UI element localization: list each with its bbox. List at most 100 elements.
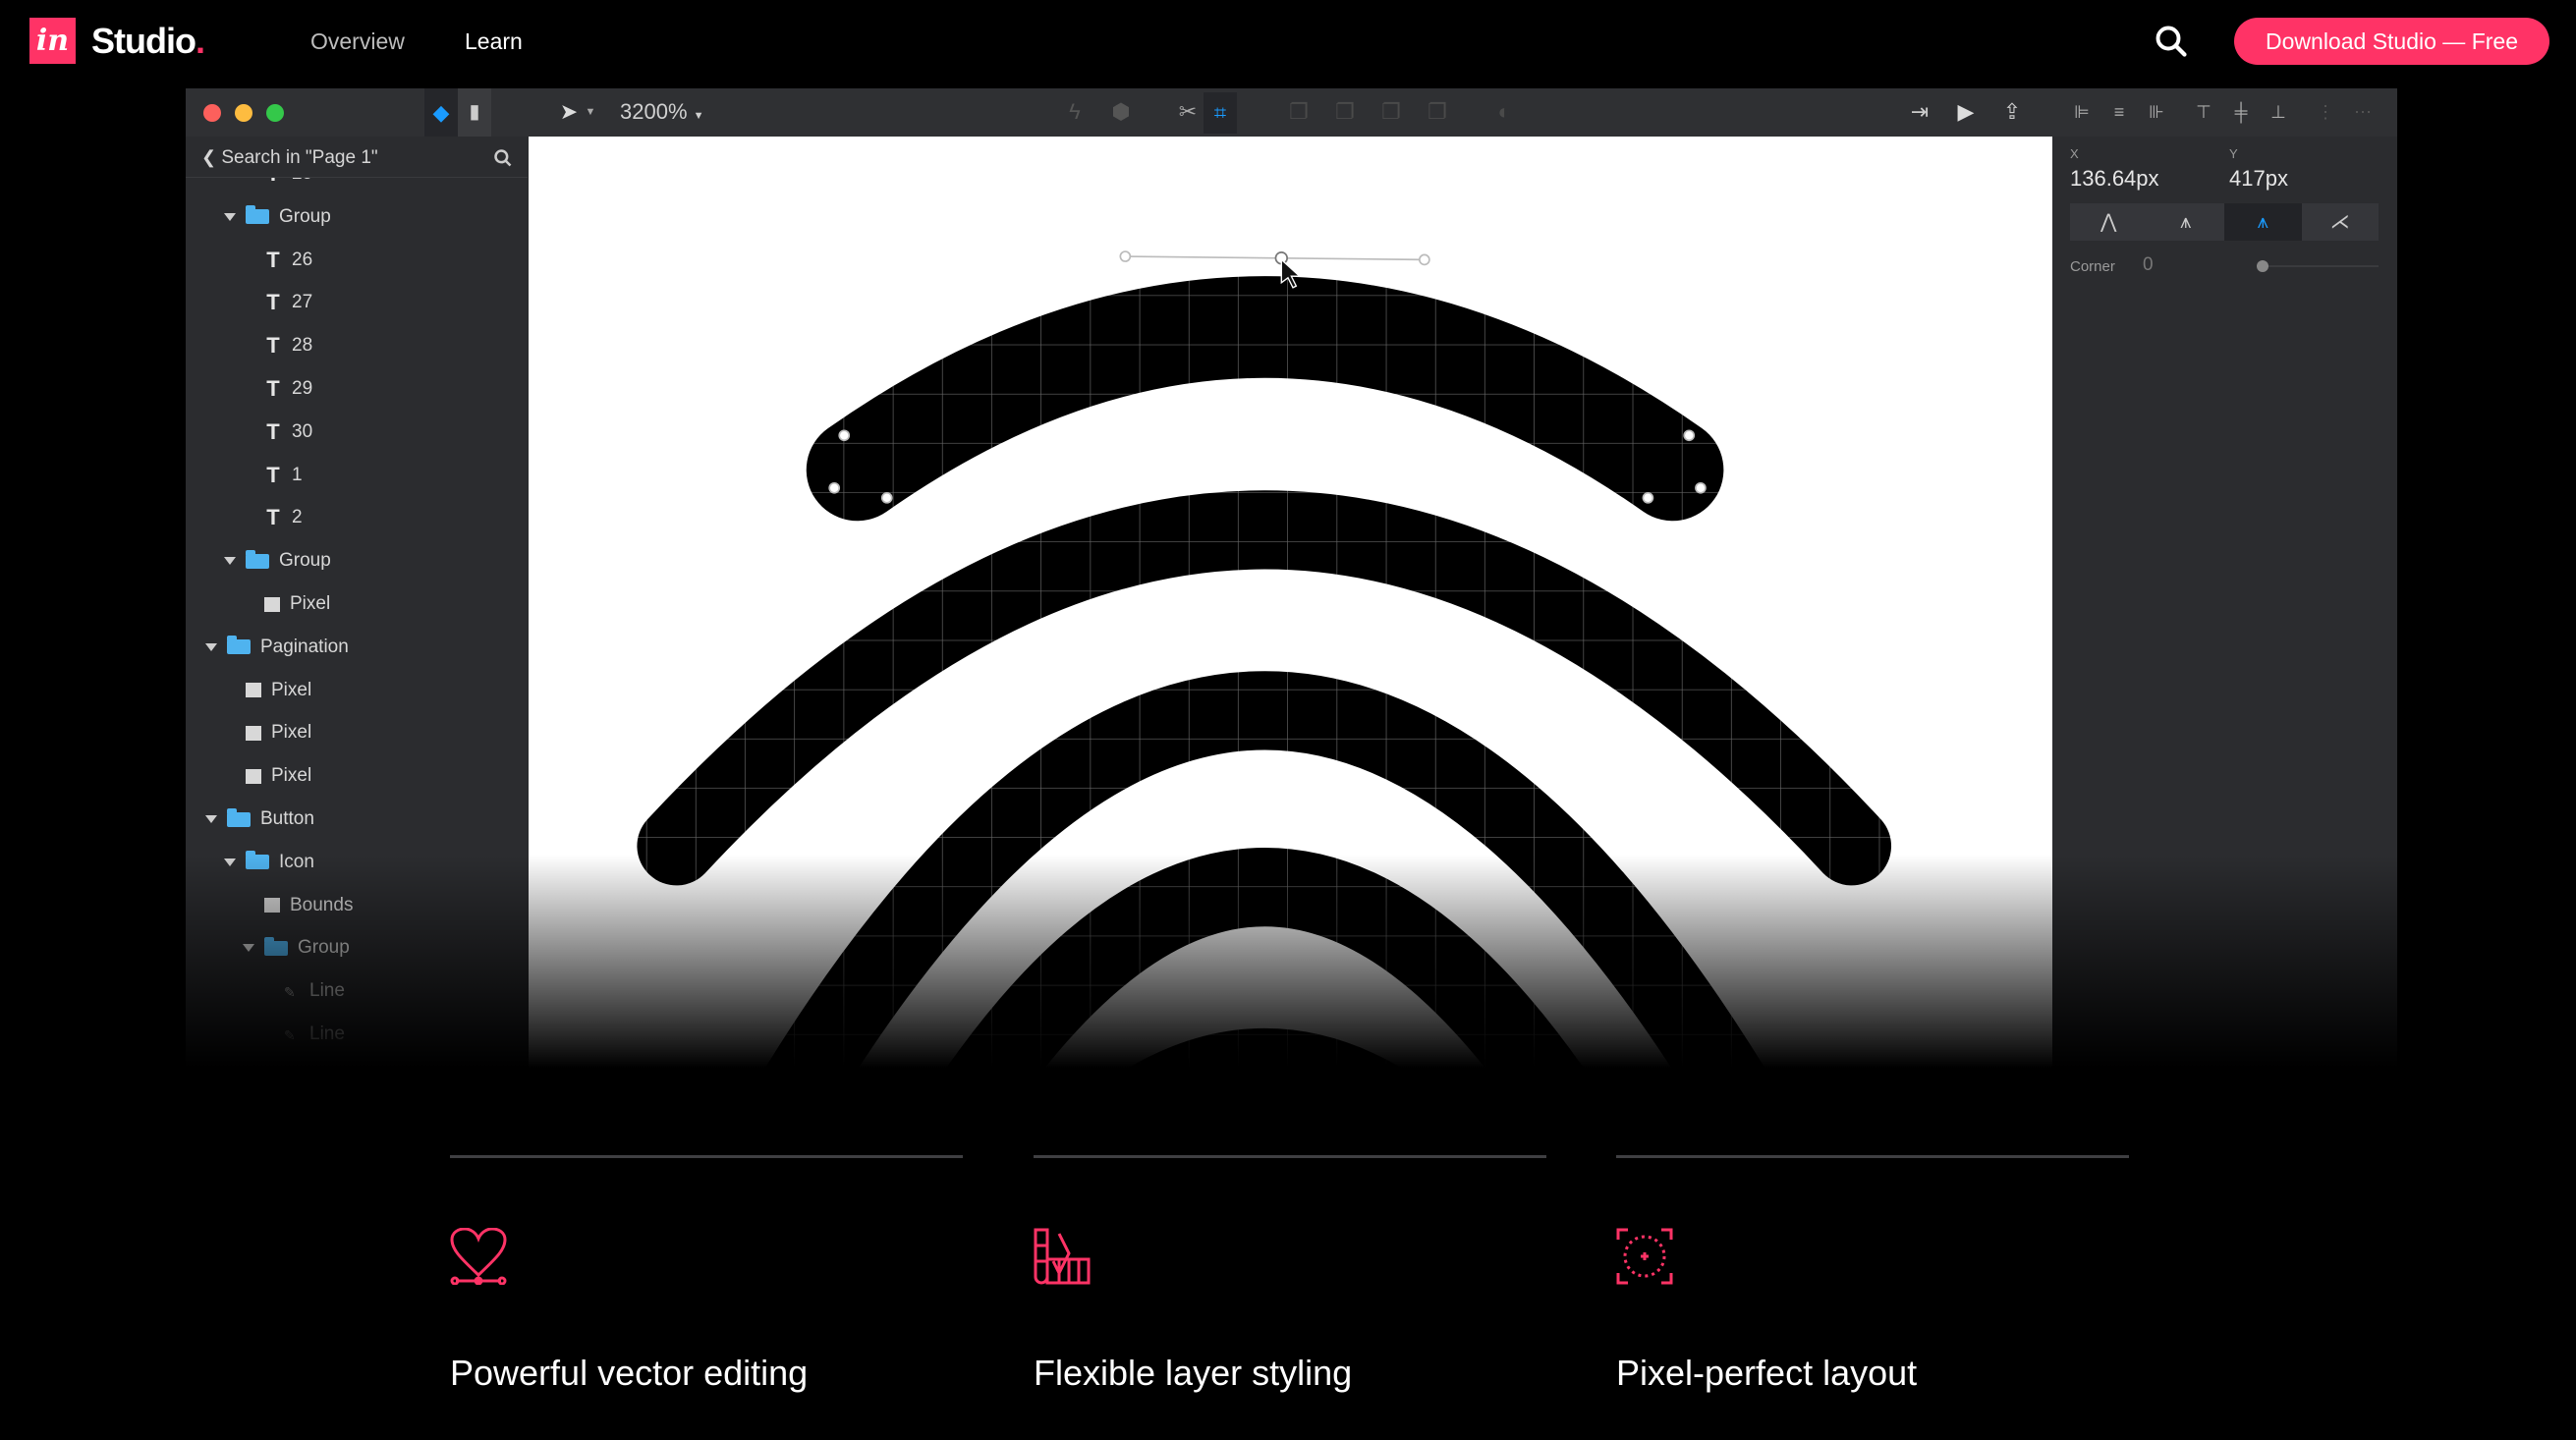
folder-icon [246, 205, 269, 225]
expand-arrow-icon[interactable] [224, 557, 236, 566]
y-value-field[interactable]: 417px [2229, 166, 2288, 192]
intersect-icon[interactable]: ❐ [1379, 100, 1403, 124]
layer-row[interactable]: T 26 [264, 241, 312, 280]
chevron-down-icon[interactable]: ▼ [579, 100, 602, 124]
disconnected-point-icon[interactable]: ⩚ [2224, 203, 2302, 241]
text-layer-icon: T [266, 290, 280, 315]
x-value-field[interactable]: 136.64px [2070, 166, 2159, 192]
layer-row[interactable]: T1 [264, 456, 303, 495]
layer-row[interactable]: Group [224, 541, 331, 581]
feature-title: Powerful vector editing [450, 1353, 809, 1393]
rectangle-layer-icon [264, 596, 280, 612]
layer-label: Pixel [290, 593, 331, 614]
layer-row[interactable]: Pixel [264, 584, 330, 624]
difference-icon[interactable]: ❐ [1426, 100, 1449, 124]
layer-label: Button [260, 808, 314, 829]
layer-label: 28 [292, 335, 313, 357]
union-icon[interactable]: ❐ [1287, 100, 1311, 124]
text-layer-icon: T [266, 505, 280, 530]
align-left-icon[interactable]: ⊫ [2070, 100, 2094, 124]
straight-point-icon[interactable]: ⋀ [2070, 203, 2148, 241]
scissors-icon[interactable]: ✂ [1176, 100, 1200, 124]
layer-row[interactable]: Pixel [246, 713, 311, 752]
select-tool-icon[interactable]: ➤ [557, 100, 581, 124]
folder-icon [246, 549, 269, 569]
text-layer-icon: T [266, 462, 280, 487]
align-top-icon[interactable]: ⊤ [2192, 100, 2215, 124]
layer-row[interactable]: Button [205, 800, 314, 839]
layer-row[interactable]: T 28 [264, 326, 312, 365]
layer-row[interactable]: T 30 [264, 413, 312, 452]
preview-play-icon[interactable]: ▶ [1954, 100, 1978, 124]
pages-tab-icon[interactable]: ▮ [458, 88, 491, 137]
edit-points-icon[interactable]: ⌗ [1204, 92, 1237, 134]
layer-label: Group [279, 550, 331, 572]
text-layer-icon: T [266, 333, 280, 359]
export-icon[interactable]: ⇪ [2000, 100, 2024, 124]
layer-row[interactable]: T 27 [264, 283, 312, 322]
nav-link-learn[interactable]: Learn [465, 27, 523, 56]
feature-title: Pixel-perfect layout [1616, 1353, 1918, 1393]
text-layer-icon: T [266, 418, 280, 444]
layer-row[interactable]: Pixel [246, 671, 311, 710]
rectangle-layer-icon [246, 725, 261, 741]
maximize-window-button[interactable] [266, 104, 284, 122]
subtract-icon[interactable]: ❐ [1333, 100, 1357, 124]
expand-arrow-icon[interactable] [205, 815, 217, 823]
top-nav: in Studio. Overview Learn Download Studi… [0, 0, 2576, 88]
layer-row[interactable]: T2 [264, 498, 303, 537]
pixel-target-icon [1616, 1228, 1673, 1285]
layer-label: 2 [292, 507, 303, 528]
distribute-vertical-icon[interactable]: ⋯ [2351, 100, 2375, 124]
download-studio-button[interactable]: Download Studio — Free [2234, 18, 2549, 65]
layer-row[interactable]: T 25 [264, 178, 312, 194]
layer-row[interactable]: T 29 [264, 369, 312, 409]
layer-label: Pixel [271, 722, 312, 744]
layer-label: Pixel [271, 765, 312, 787]
layer-label: Group [279, 205, 331, 227]
search-icon[interactable] [2154, 24, 2189, 59]
point-mode-segmented: ⋀ ⩚ ⩚ ⋌ [2070, 203, 2379, 241]
asymmetric-point-icon[interactable]: ⋌ [2302, 203, 2380, 241]
logo-dot: . [195, 21, 205, 61]
flash-icon[interactable]: ϟ [1063, 100, 1087, 124]
feature-title: Flexible layer styling [1034, 1353, 1353, 1393]
layer-search[interactable]: ❮ Search in "Page 1" [186, 137, 528, 178]
layer-row[interactable]: Pixel [246, 756, 311, 796]
corner-slider-handle[interactable] [2257, 260, 2268, 272]
layers-tab-icon[interactable]: ◆ [424, 88, 458, 137]
align-bottom-icon[interactable]: ⊥ [2267, 100, 2290, 124]
folder-icon [227, 636, 251, 655]
layer-row[interactable]: Group [224, 197, 331, 237]
mask-icon[interactable]: ◐ [1492, 100, 1516, 124]
align-right-icon[interactable]: ⊪ [2145, 100, 2168, 124]
heart-vector-icon [450, 1228, 507, 1285]
settings-icon[interactable]: ⬢ [1109, 100, 1133, 124]
layer-label: 29 [292, 378, 313, 399]
expand-arrow-icon[interactable] [224, 212, 236, 221]
corner-slider[interactable] [2261, 265, 2379, 267]
nav-link-overview[interactable]: Overview [310, 27, 405, 56]
feature-divider [450, 1155, 963, 1158]
align-middle-icon[interactable]: ╪ [2229, 100, 2253, 124]
search-label: Search in "Page 1" [221, 147, 378, 168]
import-icon[interactable]: ⇥ [1908, 100, 1932, 124]
close-window-button[interactable] [203, 104, 221, 122]
layer-row[interactable]: Pagination [205, 628, 349, 667]
mirrored-point-icon[interactable]: ⩚ [2148, 203, 2225, 241]
app-toolbar: ◆ ▮ ➤ ▼ 3200% ▼ ϟ ⬢ ✂ ⌗ ❐ ❐ ❐ ❐ ◐ ⇥ ▶ ⇪ … [186, 88, 2397, 137]
expand-arrow-icon[interactable] [205, 642, 217, 651]
search-icon[interactable] [493, 148, 513, 168]
zoom-level[interactable]: 3200% ▼ [620, 98, 704, 130]
corner-label: Corner [2070, 258, 2115, 275]
folder-icon [227, 807, 251, 827]
align-center-icon[interactable]: ≡ [2107, 100, 2131, 124]
invision-logo[interactable]: in [29, 18, 76, 64]
layer-label: 1 [292, 464, 303, 485]
minimize-window-button[interactable] [235, 104, 252, 122]
back-chevron-icon[interactable]: ❮ [201, 147, 216, 167]
layer-label: Pagination [260, 636, 349, 657]
studio-logo-text[interactable]: Studio. [91, 18, 205, 64]
distribute-horizontal-icon[interactable]: ⋮ [2314, 100, 2337, 124]
corner-value-field[interactable]: 0 [2143, 254, 2154, 276]
